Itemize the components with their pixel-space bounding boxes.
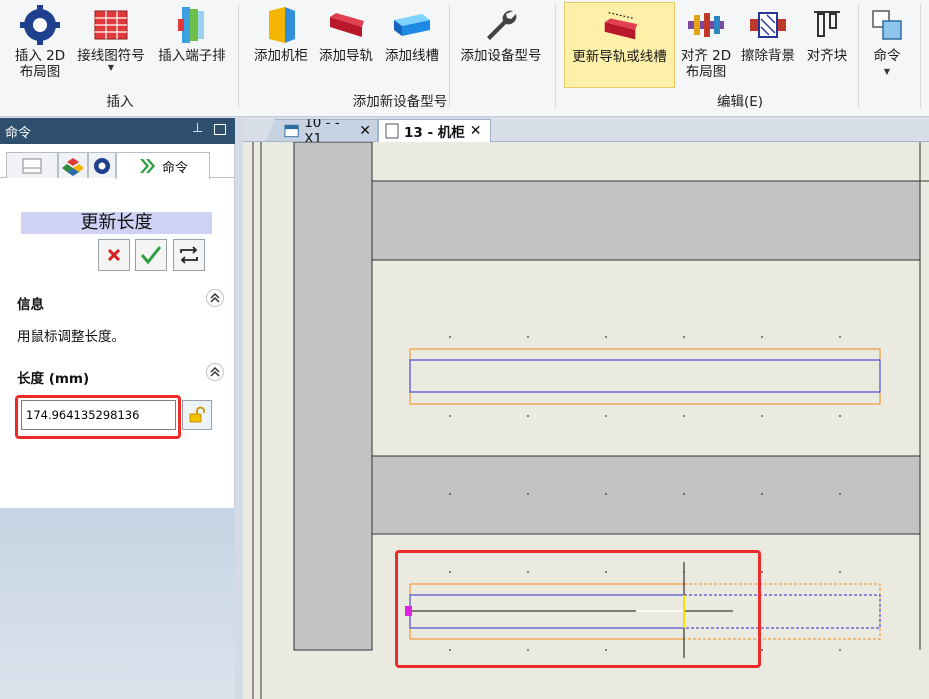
collapse-info-button[interactable] bbox=[206, 289, 224, 307]
maximize-icon[interactable] bbox=[214, 124, 226, 135]
duct-band-upper bbox=[371, 180, 921, 261]
info-section-heading: 信息 bbox=[17, 297, 44, 313]
align-2d-layout-label-1: 对齐 2D bbox=[680, 48, 732, 64]
cabinet-icon bbox=[269, 7, 295, 43]
close-icon[interactable]: ✕ bbox=[470, 123, 482, 139]
tab-settings[interactable] bbox=[88, 152, 116, 178]
ribbon-separator bbox=[238, 4, 239, 108]
swap-button[interactable] bbox=[173, 239, 205, 271]
chevron-down-icon[interactable]: ▼ bbox=[108, 64, 114, 72]
cabinet-edge-lines bbox=[252, 142, 262, 699]
terminal-strip-icon bbox=[178, 7, 204, 43]
rail-icon bbox=[330, 13, 364, 37]
command-panel-header: 命令 ⊥ bbox=[0, 118, 235, 144]
document-tab-strip: 10 - -X1 ✕ 13 - 机柜 ✕ bbox=[243, 118, 929, 142]
duct-band-lower bbox=[371, 455, 921, 535]
command-icon bbox=[872, 10, 902, 40]
insert-terminal-strip-label: 插入端子排 bbox=[158, 48, 226, 64]
add-cabinet-label: 添加机柜 bbox=[254, 48, 308, 64]
update-rail-duct-button[interactable]: 更新导轨或线槽 bbox=[564, 2, 675, 88]
command-panel-title: 命令 bbox=[5, 126, 32, 141]
command-button[interactable]: 命令 ▼ bbox=[864, 2, 910, 88]
tab-document-10[interactable]: 10 - -X1 ✕ bbox=[265, 119, 378, 142]
wire-symbol-label: 接线图符号 bbox=[77, 48, 145, 64]
length-section-heading: 长度 (mm) bbox=[17, 371, 90, 387]
collapse-length-button[interactable] bbox=[206, 363, 224, 381]
align-2d-layout-button[interactable]: 对齐 2D 布局图 bbox=[677, 2, 735, 88]
align-block-icon bbox=[814, 11, 840, 37]
add-cabinet-button[interactable]: 添加机柜 bbox=[248, 2, 314, 88]
cancel-button[interactable] bbox=[98, 239, 130, 271]
insert-2d-layout-label-1: 插入 2D bbox=[14, 48, 66, 64]
wrench-icon bbox=[487, 10, 517, 40]
checkmark-icon bbox=[140, 246, 162, 265]
close-icon[interactable]: ✕ bbox=[359, 123, 371, 139]
wiring-table-icon bbox=[94, 10, 128, 40]
tab-document-13-label: 13 - 机柜 bbox=[404, 125, 465, 141]
command-title: 更新长度 bbox=[21, 212, 212, 234]
add-duct-button[interactable]: 添加线槽 bbox=[380, 2, 444, 88]
confirm-button[interactable] bbox=[135, 239, 167, 271]
align-layout-icon bbox=[688, 13, 724, 37]
ribbon-separator bbox=[555, 4, 556, 108]
insert-2d-layout-button[interactable]: 插入 2D 布局图 bbox=[10, 2, 70, 88]
unlock-icon bbox=[189, 406, 205, 423]
document-icon bbox=[385, 123, 399, 139]
cabinet-side-panel bbox=[293, 142, 373, 651]
color-blocks-icon bbox=[62, 157, 84, 176]
insert-2d-layout-label-2: 布局图 bbox=[19, 64, 61, 80]
panel-tab-strip: 命令 bbox=[0, 150, 235, 179]
update-rail-duct-label: 更新导轨或线槽 bbox=[572, 49, 667, 65]
gear-icon bbox=[94, 157, 110, 174]
chevron-down-icon[interactable]: ▼ bbox=[884, 68, 890, 76]
tab-library[interactable] bbox=[58, 152, 88, 178]
erase-background-icon bbox=[750, 12, 786, 38]
double-chevron-up-icon bbox=[210, 293, 220, 303]
add-rail-button[interactable]: 添加导轨 bbox=[314, 2, 378, 88]
group-label-insert: 插入 bbox=[106, 94, 134, 110]
double-chevron-up-icon bbox=[210, 367, 220, 377]
drawing-icon bbox=[284, 124, 299, 137]
add-device-model-label: 添加设备型号 bbox=[460, 48, 542, 64]
close-icon bbox=[107, 248, 121, 262]
tab-command-label: 命令 bbox=[161, 160, 188, 176]
wire-symbol-button[interactable]: 接线图符号 ▼ bbox=[72, 2, 150, 88]
tab-properties[interactable] bbox=[6, 152, 58, 178]
double-chevron-right-icon bbox=[139, 159, 155, 173]
group-label-edit: 编辑(E) bbox=[716, 94, 764, 110]
add-rail-label: 添加导轨 bbox=[319, 48, 373, 64]
align-block-label: 对齐块 bbox=[806, 48, 848, 64]
lock-button[interactable] bbox=[182, 400, 212, 430]
length-input-highlight bbox=[15, 395, 181, 439]
pin-icon[interactable]: ⊥ bbox=[192, 121, 203, 136]
align-2d-layout-label-2: 布局图 bbox=[685, 64, 727, 80]
erase-background-button[interactable]: 擦除背景 bbox=[737, 2, 799, 88]
gear-icon bbox=[20, 5, 60, 45]
rail-upper-inner[interactable] bbox=[409, 359, 881, 393]
drawing-canvas[interactable] bbox=[243, 142, 929, 699]
group-label-add-new-device-model: 添加新设备型号 bbox=[352, 94, 448, 110]
info-text: 用鼠标调整长度。 bbox=[17, 329, 125, 345]
erase-background-label: 擦除背景 bbox=[741, 48, 795, 64]
panel-empty-area bbox=[0, 508, 235, 699]
tab-command[interactable]: 命令 bbox=[116, 152, 210, 179]
command-panel: 命令 更新长度 信息 用鼠标调整长度。 长度 (mm) bbox=[0, 144, 235, 508]
ribbon-separator bbox=[920, 4, 921, 108]
add-device-model-button[interactable]: 添加设备型号 bbox=[454, 2, 548, 88]
command-label: 命令 bbox=[873, 48, 901, 64]
align-block-button[interactable]: 对齐块 bbox=[801, 2, 853, 88]
insert-terminal-strip-button[interactable]: 插入端子排 bbox=[152, 2, 232, 88]
rail-upper-outer[interactable] bbox=[409, 348, 881, 405]
update-rail-icon bbox=[604, 12, 637, 40]
duct-icon bbox=[394, 14, 430, 36]
rail-resize-highlight bbox=[395, 550, 761, 668]
ribbon-separator bbox=[858, 4, 859, 108]
page-icon bbox=[22, 158, 42, 173]
tab-document-13[interactable]: 13 - 机柜 ✕ bbox=[378, 119, 491, 142]
ribbon-toolbar: 插入 2D 布局图 接线图符号 ▼ 插入端子排 添加机柜 添加导轨 添加线槽 添… bbox=[0, 0, 929, 117]
add-duct-label: 添加线槽 bbox=[385, 48, 439, 64]
swap-arrows-icon bbox=[180, 246, 198, 264]
